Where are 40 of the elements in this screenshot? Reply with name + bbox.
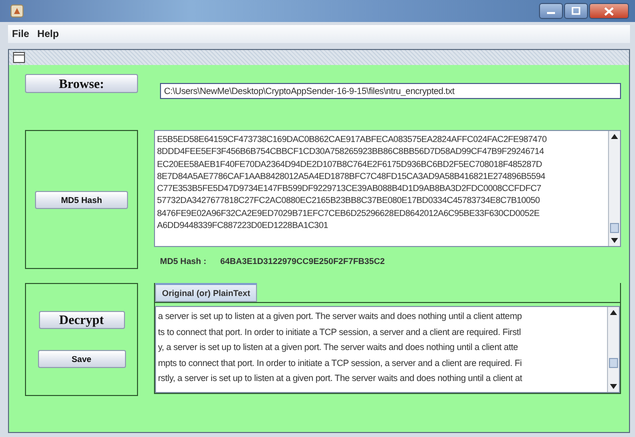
file-path-field[interactable]: C:\Users\NewMe\Desktop\CryptoAppSender-16-9-15\files\ntru_encrypted.txt [160, 83, 621, 99]
ciphertext-line: C77E353B5FE5D47D9734E147FB599DF9229713CE39AB088B4D1D9AB8BA3D2FDC0008CCFDFC7 [157, 182, 542, 194]
plaintext-area[interactable] [155, 306, 620, 393]
plaintext-line: mpts to connect that port. In order to initiate a TCP session, a server and a client are required. Fi [158, 356, 523, 370]
ciphertext-line: 57732DA3427677818C27FC2AC0880EC2165B23BB8C37BE080E17BD0334C45783734E8C7B10050 [157, 194, 541, 207]
ciphertext-line: 8476FE9E02A96F32CA2E9ED7029B71EFC7CEB6D25296628ED8642012A6C95BE33F630CD0052E [157, 206, 541, 220]
maximize-button[interactable] [564, 3, 588, 19]
scrollbar[interactable] [607, 307, 619, 392]
ciphertext-line: A6DD9448339FC887223D0ED1228BA1C301 [157, 219, 329, 232]
ciphertext-line: 8E7D84A5AE7786CAF1AAB8428012A5A4ED1878BFC7C48FD15CA3AD9A58B416821E274896B5594 [157, 170, 546, 182]
minimize-button[interactable] [539, 3, 563, 19]
scroll-thumb[interactable] [610, 223, 619, 233]
md5-hash-value: 64BA3E1D3122979CC9E250F2F7FB35C2 [220, 256, 385, 266]
close-button[interactable] [589, 3, 629, 19]
browse-button[interactable]: Browse: [25, 74, 138, 93]
ciphertext-line: 8DDD4FEE5EF3F456B6B754CBBCF1CD30A758265923BB86C8BB56D7D58AD99CF47B9F29246714 [157, 145, 545, 158]
scroll-down-icon[interactable] [610, 384, 617, 389]
scroll-up-icon[interactable] [611, 134, 618, 139]
plaintext-line: y, a server is set up to listen at a given port. The server waits and does nothing until a client atte [158, 341, 519, 354]
menu-item[interactable]: Help [37, 28, 59, 40]
ciphertext-line: EC20EE58AEB1F40FE70DA2364D94DE2D107B8C764E2F6175D936BC6BD2F5EC708018F485287D [157, 158, 543, 170]
plaintext-line: rstly, a server is set up to listen at a given port. The server waits and does nothing until a client at [158, 372, 524, 386]
tab[interactable]: Original (or) PlainText [155, 283, 258, 302]
scroll-thumb[interactable] [609, 358, 618, 368]
maximize-icon [571, 7, 581, 15]
plaintext-line: ts to connect that port. In order to initiate a TCP session, a server and a client are required. Firstl [158, 326, 522, 339]
decrypt-button[interactable]: Decrypt [38, 311, 124, 329]
scroll-up-icon[interactable] [610, 310, 617, 315]
menu-item[interactable]: File [12, 28, 30, 40]
scroll-down-icon[interactable] [611, 238, 618, 243]
close-icon [604, 6, 614, 16]
plaintext-line: a server is set up to listen at a given port. The server waits and does nothing until a client attemp [158, 310, 523, 323]
window-icon [13, 52, 25, 63]
md5-hash-button[interactable]: MD5 Hash [35, 190, 128, 208]
scrollbar[interactable] [608, 131, 620, 246]
app-icon [10, 4, 24, 18]
save-button[interactable]: Save [38, 350, 126, 368]
ciphertext-area[interactable] [154, 130, 621, 247]
md5-hash-label: MD5 Hash : [160, 256, 206, 266]
ciphertext-line: E5B5ED58E64159CF473738C169DAC0B862CAE917ABFECA083575EA2824AFFC024FAC2FE987470 [157, 133, 548, 146]
